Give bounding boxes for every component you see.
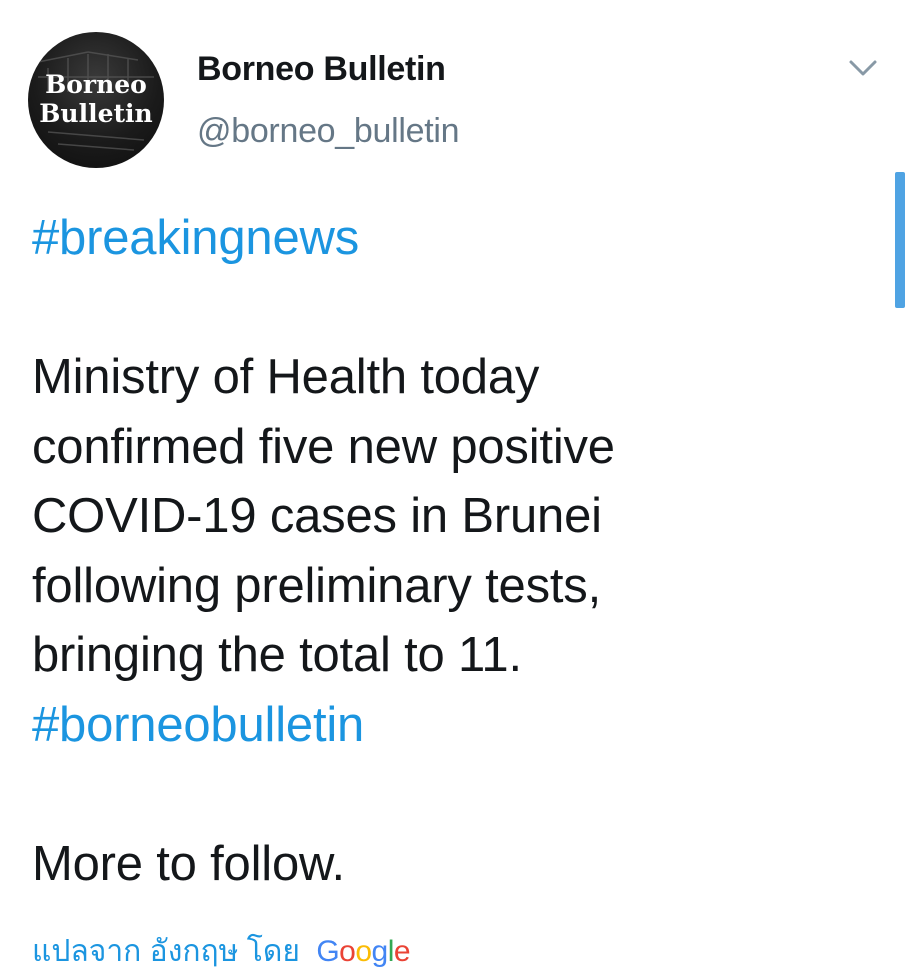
tweet-text-line: Ministry of Health today xyxy=(32,350,540,404)
tweet-text-line: confirmed five new positive xyxy=(32,419,615,474)
google-logo: Google xyxy=(316,935,411,968)
profile-avatar[interactable]: Borneo Bulletin xyxy=(28,32,164,168)
tweet-text-line: COVID-19 cases in Brunei xyxy=(32,489,602,543)
translate-label: แปลจาก อังกฤษ โดย xyxy=(32,935,300,968)
translate-tweet-link[interactable]: แปลจาก อังกฤษ โดย Google xyxy=(32,928,411,975)
scroll-indicator[interactable] xyxy=(895,172,905,308)
hashtag-link[interactable]: #borneobulletin xyxy=(32,691,892,761)
tweet-text-line: More to follow. xyxy=(32,836,345,891)
tweet-text-line: bringing the total to 11. xyxy=(32,628,522,682)
avatar-logo-text-line1: Borneo xyxy=(45,70,147,99)
hashtag-link[interactable]: #breakingnews xyxy=(32,204,892,274)
chevron-down-icon[interactable] xyxy=(846,54,880,82)
tweet-text: #breakingnews Ministry of Health today c… xyxy=(32,204,892,899)
avatar-logo-text-line2: Bulletin xyxy=(39,99,153,128)
author-display-name[interactable]: Borneo Bulletin xyxy=(197,50,446,89)
author-handle[interactable]: @borneo_bulletin xyxy=(197,112,460,151)
tweet-text-line: following preliminary tests, xyxy=(32,558,602,613)
